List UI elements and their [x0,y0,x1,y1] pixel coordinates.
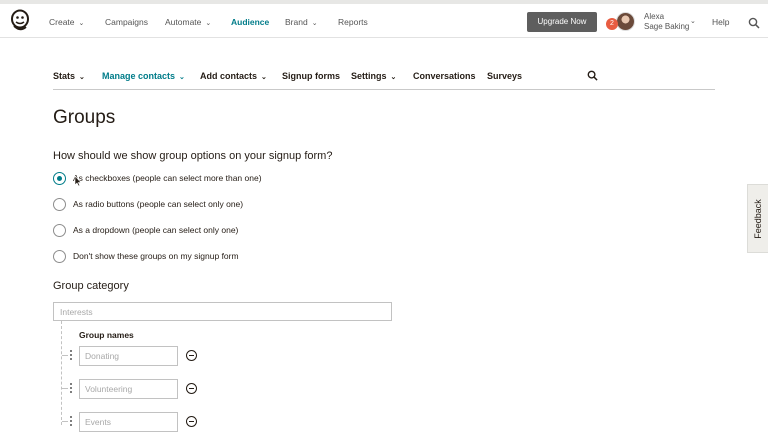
tree-branch [62,388,68,389]
mouse-cursor-icon [74,175,82,187]
subnav-conversations[interactable]: Conversations [413,71,476,81]
option-checkboxes-label: As checkboxes (people can select more th… [73,173,262,183]
subnav-signup-forms-label: Signup forms [282,71,340,81]
group-category-input[interactable] [53,302,392,321]
search-icon[interactable] [748,17,760,29]
subnav-conversations-label: Conversations [413,71,476,81]
radio-button[interactable] [53,224,66,237]
chevron-down-icon[interactable]: ⌄ [690,17,696,25]
remove-group-button[interactable] [186,383,197,394]
audience-sub-navigation: Stats ⌄ Manage contacts ⌄ Add contacts ⌄ Si… [53,66,715,90]
feedback-label: Feedback [753,198,763,239]
subnav-stats[interactable]: Stats ⌄ [53,71,85,81]
chevron-down-icon: ⌄ [205,20,212,27]
subnav-add-contacts-label: Add contacts [200,71,258,81]
nav-audience-label: Audience [231,17,270,27]
nav-brand[interactable]: Brand ⌄ [285,17,318,27]
radio-button[interactable] [53,250,66,263]
nav-automate[interactable]: Automate ⌄ [165,17,211,27]
subnav-manage-contacts-label: Manage contacts [102,71,176,81]
subnav-stats-label: Stats [53,71,76,81]
search-icon[interactable] [587,70,598,81]
chevron-down-icon: ⌄ [79,74,85,81]
subnav-settings[interactable]: Settings ⌄ [351,71,396,81]
tree-branch [62,355,68,356]
tree-branch [62,421,68,422]
display-option-question: How should we show group options on your… [53,150,333,162]
tree-connector [61,321,62,425]
chevron-down-icon: ⌄ [261,74,267,81]
remove-group-button[interactable] [186,416,197,427]
nav-campaigns-label: Campaigns [105,17,148,27]
nav-brand-label: Brand [285,17,308,27]
nav-reports-label: Reports [338,17,368,27]
subnav-signup-forms[interactable]: Signup forms [282,71,340,81]
nav-create[interactable]: Create ⌄ [49,17,84,27]
option-radio-buttons-label: As radio buttons (people can select only… [73,199,244,209]
radio-button[interactable] [53,198,66,211]
chevron-down-icon: ⌄ [311,20,318,27]
group-name-input[interactable] [79,379,178,399]
top-navigation-bar: Create ⌄ Campaigns Automate ⌄ Audience Bra… [0,4,768,38]
subnav-settings-label: Settings [351,71,387,81]
help-link[interactable]: Help [712,17,729,27]
nav-reports[interactable]: Reports [338,17,368,27]
drag-handle-icon[interactable] [69,350,73,362]
group-names-label: Group names [79,330,134,340]
group-category-label: Group category [53,280,129,292]
notification-badge[interactable]: 2 [606,18,618,30]
chevron-down-icon: ⌄ [78,20,85,27]
remove-group-button[interactable] [186,350,197,361]
subnav-surveys[interactable]: Surveys [487,71,522,81]
avatar[interactable] [616,12,635,31]
mailchimp-logo-icon[interactable] [9,8,31,32]
nav-campaigns[interactable]: Campaigns [105,17,148,27]
option-dont-show-label: Don't show these groups on my signup for… [73,251,239,261]
nav-audience[interactable]: Audience [231,17,269,27]
subnav-surveys-label: Surveys [487,71,523,81]
subnav-add-contacts[interactable]: Add contacts ⌄ [200,71,267,81]
upgrade-now-button[interactable]: Upgrade Now [527,12,597,32]
group-name-input[interactable] [79,346,178,366]
group-name-input[interactable] [79,412,178,432]
drag-handle-icon[interactable] [69,416,73,428]
chevron-down-icon: ⌄ [179,74,185,81]
account-org: Sage Baking [644,22,690,31]
nav-create-label: Create [49,17,75,27]
nav-automate-label: Automate [165,17,202,27]
page-title: Groups [53,107,116,128]
drag-handle-icon[interactable] [69,383,73,395]
account-menu[interactable]: Alexa Sage Baking [644,12,689,32]
account-name: Alexa [644,12,665,21]
chevron-down-icon: ⌄ [390,74,397,81]
radio-button-selected[interactable] [53,172,66,185]
feedback-tab[interactable]: Feedback [747,184,768,253]
option-dropdown-label: As a dropdown (people can select only on… [73,225,239,235]
subnav-manage-contacts[interactable]: Manage contacts ⌄ [102,71,185,81]
